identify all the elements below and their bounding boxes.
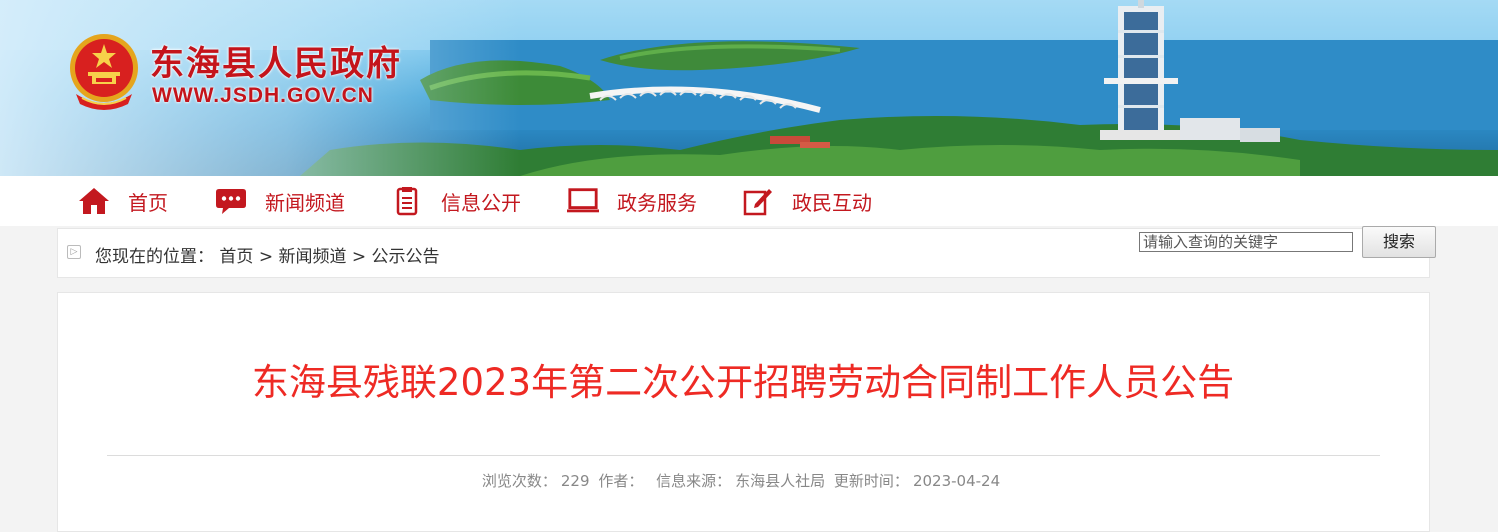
views-label: 浏览次数：	[481, 472, 557, 490]
article-meta: 浏览次数： 229 作者： 信息来源： 东海县人社局 更新时间： 2023-04-24	[0, 470, 1486, 491]
updated-label: 更新时间：	[833, 472, 909, 490]
breadcrumb-text: 您现在的位置： 首页 > 新闻频道 > 公示公告	[95, 242, 440, 267]
nav-item-interaction[interactable]: 政民互动	[742, 176, 872, 226]
nav-item-label: 信息公开	[441, 190, 521, 215]
breadcrumb-separator: >	[258, 247, 274, 267]
breadcrumb-item-news[interactable]: 新闻频道	[278, 247, 346, 267]
title-divider	[107, 455, 1380, 456]
edit-icon	[742, 185, 774, 217]
chat-bubble-icon	[215, 185, 247, 217]
breadcrumb-item-announcements[interactable]: 公示公告	[372, 247, 440, 267]
document-icon	[391, 185, 423, 217]
source-label: 信息来源：	[656, 472, 732, 490]
nav-item-label: 新闻频道	[265, 190, 345, 215]
search-input[interactable]: 请输入查询的关键字	[1139, 232, 1353, 252]
updated-value: 2023-04-24	[912, 472, 1001, 490]
nav-item-news[interactable]: 新闻频道	[215, 176, 345, 226]
source-value: 东海县人社局	[735, 472, 826, 490]
nav-item-info-disclosure[interactable]: 信息公开	[391, 176, 521, 226]
nav-item-home[interactable]: 首页	[78, 176, 168, 226]
site-name: 东海县人民政府	[150, 44, 402, 84]
nav-item-gov-services[interactable]: 政务服务	[567, 176, 697, 226]
nav-item-label: 首页	[128, 190, 168, 215]
nav-item-label: 政务服务	[617, 190, 697, 215]
location-icon: ▷	[67, 245, 81, 259]
main-nav: 首页 新闻频道 信息公开 政务服务 政民互动	[0, 176, 1498, 226]
monitor-icon	[567, 185, 599, 217]
breadcrumb-item-home[interactable]: 首页	[219, 247, 253, 267]
article-panel	[57, 292, 1430, 532]
site-url: WWW.JSDH.GOV.CN	[152, 84, 374, 107]
nav-item-label: 政民互动	[792, 190, 872, 215]
search-button[interactable]: 搜索	[1362, 226, 1436, 258]
breadcrumb-separator: >	[351, 247, 367, 267]
home-icon	[78, 185, 110, 217]
header-banner: 东海县人民政府 WWW.JSDH.GOV.CN	[0, 0, 1498, 176]
article-title: 东海县残联2023年第二次公开招聘劳动合同制工作人员公告	[251, 361, 1235, 404]
breadcrumb-prefix: 您现在的位置：	[95, 247, 214, 267]
national-emblem-icon	[66, 32, 142, 112]
author-label: 作者：	[598, 472, 644, 490]
views-count: 229	[560, 472, 590, 490]
